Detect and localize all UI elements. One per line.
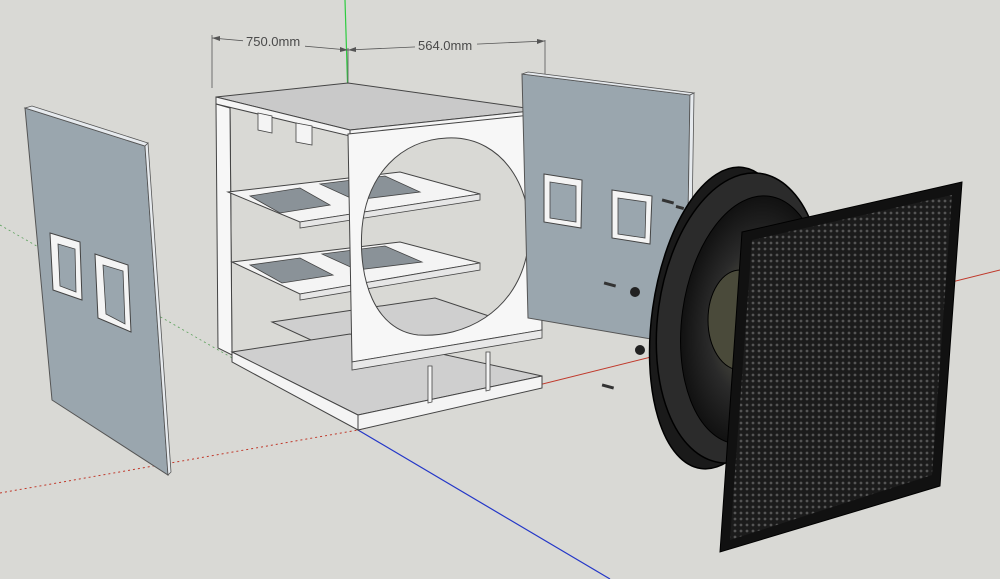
depth-dimension-label: 564.0mm xyxy=(418,38,472,53)
red-axis-dashed xyxy=(0,429,359,494)
grille-mesh-icon xyxy=(719,181,963,553)
blue-axis xyxy=(357,429,611,579)
cabinet-exploded-view: 750.0mm 564.0mm xyxy=(0,0,1000,579)
cabinet-body xyxy=(215,82,543,431)
width-dimension-label: 750.0mm xyxy=(246,34,300,49)
left-side-panel xyxy=(23,105,172,476)
